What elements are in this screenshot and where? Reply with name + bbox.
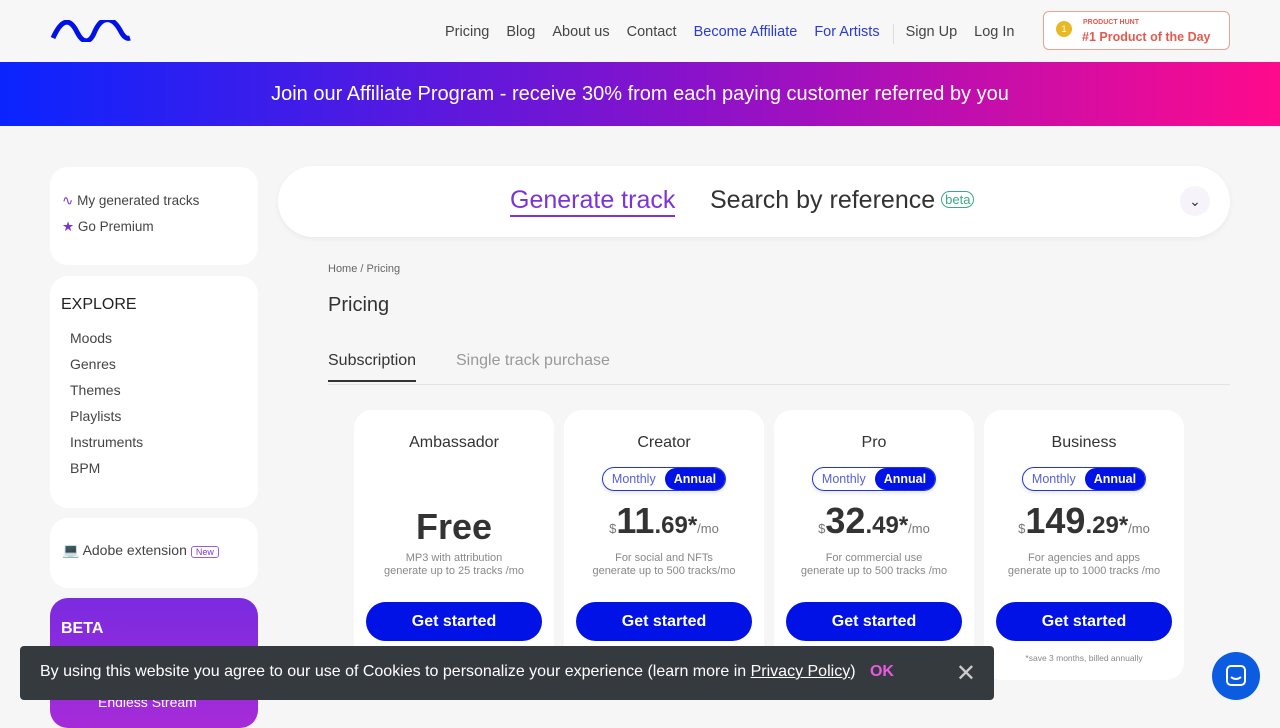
cookie-ok-button[interactable]: OK (870, 663, 894, 680)
plan-price: $11.69*/mo (609, 500, 719, 541)
tab-generate-track[interactable]: Generate track (510, 186, 676, 217)
monthly-option[interactable]: Monthly (603, 472, 665, 486)
get-started-button[interactable]: Get started (996, 602, 1172, 641)
product-hunt-title: #1 Product of the Day (1082, 30, 1211, 44)
nav-contact[interactable]: Contact (627, 24, 677, 44)
sidebar-item-my-tracks[interactable]: ∿ My generated tracks (62, 193, 246, 209)
beta-badge: beta (941, 191, 975, 208)
plan-limit: generate up to 25 tracks /mo (383, 565, 525, 577)
tab-subscription[interactable]: Subscription (328, 352, 417, 382)
annual-option[interactable]: Annual (1084, 468, 1146, 490)
sidebar-item-adobe[interactable]: 💻 Adobe extension New (50, 518, 258, 588)
logo[interactable] (50, 20, 132, 42)
laptop-icon: 💻 (62, 542, 80, 558)
plan-desc: For social and NFTs (615, 552, 713, 564)
plan-limit: generate up to 1000 tracks /mo (1007, 565, 1161, 577)
divider (892, 24, 894, 44)
star-icon: ★ (62, 219, 75, 234)
plan-name: Business (1051, 434, 1117, 451)
plan-desc: For agencies and apps (1028, 552, 1140, 564)
close-icon[interactable]: ✕ (956, 659, 976, 688)
page-title: Pricing (328, 294, 390, 316)
search-panel: Generate track Search by reference beta ⌄ (278, 166, 1230, 237)
sidebar-explore: EXPLORE Moods Genres Themes Playlists In… (50, 276, 258, 508)
sidebar-quick: ∿ My generated tracks ★ Go Premium (50, 167, 258, 265)
plan-card-ambassador: Ambassador Free MP3 with attribution gene… (354, 410, 554, 680)
plan-name: Creator (637, 434, 691, 451)
plan-card-pro: Pro Monthly Annual $32.49*/mo For commerc… (774, 410, 974, 680)
sidebar-item-moods[interactable]: Moods (70, 330, 247, 346)
log-in-link[interactable]: Log In (974, 24, 1014, 44)
sidebar-item-bpm[interactable]: BPM (70, 460, 247, 476)
plan-desc: For commercial use (825, 552, 923, 564)
annual-option[interactable]: Annual (664, 468, 726, 490)
sidebar-item-instruments[interactable]: Instruments (70, 434, 247, 450)
billing-note: *save 3 months, billed annually (1025, 653, 1143, 663)
explore-heading: EXPLORE (61, 296, 137, 313)
medal-icon: 1 (1056, 21, 1072, 37)
privacy-policy-link[interactable]: Privacy Policy (751, 663, 851, 680)
monthly-option[interactable]: Monthly (813, 472, 875, 486)
nav-pricing[interactable]: Pricing (445, 24, 489, 44)
cookie-text: By using this website you agree to our u… (40, 663, 751, 680)
wave-icon: ∿ (62, 193, 74, 208)
plan-desc: MP3 with attribution (405, 552, 503, 564)
tab-search-reference[interactable]: Search by reference beta (710, 186, 975, 215)
plan-price: Free (415, 506, 493, 547)
nav-affiliate[interactable]: Become Affiliate (694, 24, 798, 44)
billing-toggle[interactable]: Monthly Annual (811, 467, 937, 491)
tab-single-track[interactable]: Single track purchase (456, 352, 610, 370)
plan-card-creator: Creator Monthly Annual $11.69*/mo For soc… (564, 410, 764, 680)
plan-limit: generate up to 500 tracks /mo (800, 565, 948, 577)
chevron-down-icon[interactable]: ⌄ (1180, 186, 1210, 216)
get-started-button[interactable]: Get started (576, 602, 752, 641)
header: Pricing Blog About us Contact Become Aff… (0, 0, 1280, 62)
cookie-banner: By using this website you agree to our u… (20, 646, 994, 700)
nav-about[interactable]: About us (552, 24, 609, 44)
product-hunt-badge[interactable]: 1 PRODUCT HUNT #1 Product of the Day (1043, 11, 1230, 50)
chat-button[interactable] (1212, 652, 1260, 700)
nav-blog[interactable]: Blog (506, 24, 535, 44)
billing-toggle[interactable]: Monthly Annual (1021, 467, 1147, 491)
plan-card-business: Business Monthly Annual $149.29*/mo For a… (984, 410, 1184, 680)
get-started-button[interactable]: Get started (366, 602, 542, 641)
plan-name: Pro (861, 434, 887, 451)
billing-toggle[interactable]: Monthly Annual (601, 467, 727, 491)
breadcrumb: Home / Pricing (328, 263, 401, 275)
plan-limit: generate up to 500 tracks/mo (592, 565, 736, 577)
nav-artists[interactable]: For Artists (814, 24, 879, 44)
plan-price: $149.29*/mo (1018, 500, 1150, 541)
breadcrumb-home[interactable]: Home (328, 263, 357, 275)
sidebar-item-playlists[interactable]: Playlists (70, 408, 247, 424)
affiliate-banner[interactable]: Join our Affiliate Program - receive 30%… (0, 62, 1280, 126)
annual-option[interactable]: Annual (874, 468, 936, 490)
get-started-button[interactable]: Get started (786, 602, 962, 641)
beta-heading: BETA (61, 620, 104, 637)
plan-price: $32.49*/mo (818, 500, 930, 541)
sidebar-item-themes[interactable]: Themes (70, 382, 247, 398)
sidebar-item-premium[interactable]: ★ Go Premium (62, 219, 246, 235)
plan-name: Ambassador (409, 434, 499, 451)
product-hunt-label: PRODUCT HUNT (1083, 19, 1139, 26)
sidebar-item-genres[interactable]: Genres (70, 356, 247, 372)
chat-icon (1226, 665, 1246, 686)
monthly-option[interactable]: Monthly (1023, 472, 1085, 486)
new-badge: New (190, 546, 219, 558)
sign-up-link[interactable]: Sign Up (906, 24, 958, 44)
pricing-tabs: Subscription Single track purchase (328, 352, 1230, 385)
